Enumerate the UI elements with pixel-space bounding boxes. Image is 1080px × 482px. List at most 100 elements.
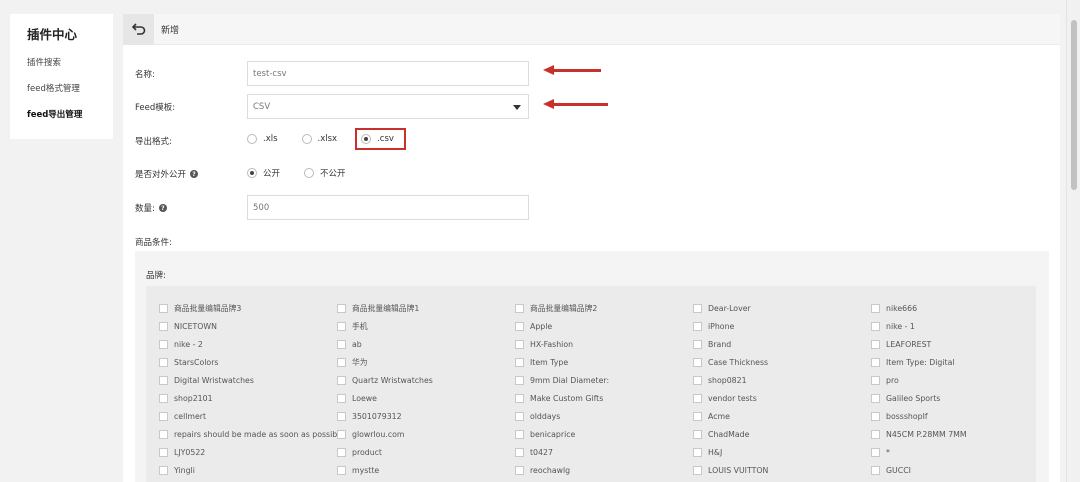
brand-checkbox-item[interactable]: GUCCI (871, 461, 1049, 479)
brand-checkbox-item[interactable]: Digital Wristwatches (159, 371, 337, 389)
checkbox[interactable] (693, 321, 702, 331)
checkbox[interactable] (337, 411, 346, 421)
brand-checkbox-item[interactable]: 华为 (337, 353, 515, 371)
brand-checkbox-item[interactable]: Galileo Sports (871, 389, 1049, 407)
checkbox[interactable] (693, 375, 702, 385)
brand-checkbox-item[interactable]: LEAFOREST (871, 335, 1049, 353)
brand-checkbox-item[interactable]: bossshopIf (871, 407, 1049, 425)
checkbox[interactable] (337, 447, 346, 457)
brand-checkbox-item[interactable]: Item Type: Digital (871, 353, 1049, 371)
checkbox[interactable] (693, 447, 702, 457)
scrollbar-thumb[interactable] (1071, 20, 1077, 190)
template-select[interactable]: CSV (247, 94, 529, 119)
checkbox[interactable] (159, 429, 168, 439)
checkbox[interactable] (337, 321, 346, 331)
brand-checkbox-item[interactable]: 3501079312 (337, 407, 515, 425)
checkbox[interactable] (159, 393, 168, 403)
checkbox[interactable] (159, 303, 168, 313)
brand-checkbox-item[interactable]: ab (337, 335, 515, 353)
checkbox[interactable] (515, 303, 524, 313)
help-icon[interactable]: ? (190, 170, 199, 178)
sidebar-item-plugin-search[interactable]: 插件搜索 (27, 56, 113, 68)
brand-checkbox-item[interactable]: Acme (693, 407, 871, 425)
brand-checkbox-item[interactable]: 商品批量编辑品牌1 (337, 299, 515, 317)
brand-checkbox-item[interactable]: 商品批量编辑品牌3 (159, 299, 337, 317)
checkbox[interactable] (337, 303, 346, 313)
brand-checkbox-item[interactable]: N45CM P.28MM 7MM (871, 425, 1049, 443)
brand-checkbox-item[interactable]: t0427 (515, 443, 693, 461)
brand-checkbox-item[interactable]: reochawlg (515, 461, 693, 479)
brand-checkbox-item[interactable]: Dear-Lover (693, 299, 871, 317)
brand-checkbox-item[interactable]: shop0821 (693, 371, 871, 389)
brand-checkbox-item[interactable]: Quartz Wristwatches (337, 371, 515, 389)
checkbox[interactable] (159, 357, 168, 367)
checkbox[interactable] (515, 429, 524, 439)
checkbox[interactable] (871, 357, 880, 367)
brand-checkbox-item[interactable]: product (337, 443, 515, 461)
brand-checkbox-item[interactable]: repairs should be made as soon as possib… (159, 425, 344, 443)
checkbox[interactable] (871, 339, 880, 349)
brand-checkbox-item[interactable]: Case Thickness (693, 353, 871, 371)
checkbox[interactable] (693, 411, 702, 421)
checkbox[interactable] (871, 465, 880, 475)
radio-xls[interactable]: .xls (247, 134, 278, 144)
brand-checkbox-item[interactable]: Loewe (337, 389, 515, 407)
sidebar-item-feed-format[interactable]: feed格式管理 (27, 82, 113, 94)
brand-checkbox-item[interactable]: H&J (693, 443, 871, 461)
brand-checkbox-item[interactable]: * (871, 443, 1049, 461)
checkbox[interactable] (515, 357, 524, 367)
checkbox[interactable] (337, 375, 346, 385)
checkbox[interactable] (159, 465, 168, 475)
checkbox[interactable] (515, 393, 524, 403)
brand-checkbox-item[interactable]: NICETOWN (159, 317, 337, 335)
brand-checkbox-item[interactable]: vendor tests (693, 389, 871, 407)
brand-checkbox-item[interactable]: Yingli (159, 461, 337, 479)
checkbox[interactable] (515, 375, 524, 385)
brand-checkbox-item[interactable]: 商品批量编辑品牌2 (515, 299, 693, 317)
checkbox[interactable] (337, 357, 346, 367)
brand-checkbox-item[interactable]: nike666 (871, 299, 1049, 317)
checkbox[interactable] (871, 447, 880, 457)
name-input[interactable]: test-csv (247, 61, 529, 86)
brand-checkbox-item[interactable]: shop2101 (159, 389, 337, 407)
radio-not-public[interactable]: 不公开 (304, 167, 346, 179)
radio-xlsx[interactable]: .xlsx (301, 134, 337, 144)
brand-checkbox-item[interactable]: glowrlou.com (337, 425, 515, 443)
checkbox[interactable] (159, 375, 168, 385)
quantity-input[interactable]: 500 (247, 195, 529, 220)
brand-checkbox-item[interactable]: Brand (693, 335, 871, 353)
checkbox[interactable] (159, 447, 168, 457)
brand-checkbox-item[interactable]: 9mm Dial Diameter: (515, 371, 693, 389)
brand-checkbox-item[interactable]: LJY0522 (159, 443, 337, 461)
brand-checkbox-item[interactable]: ChadMade (693, 425, 871, 443)
checkbox[interactable] (337, 429, 346, 439)
checkbox[interactable] (871, 303, 880, 313)
checkbox[interactable] (515, 411, 524, 421)
checkbox[interactable] (693, 339, 702, 349)
brand-checkbox-item[interactable]: olddays (515, 407, 693, 425)
checkbox[interactable] (693, 465, 702, 475)
checkbox[interactable] (337, 339, 346, 349)
checkbox[interactable] (159, 321, 168, 331)
back-button[interactable] (123, 14, 154, 45)
page-scrollbar[interactable] (1066, 0, 1080, 482)
brand-checkbox-item[interactable]: nike - 1 (871, 317, 1049, 335)
sidebar-item-feed-export[interactable]: feed导出管理 (27, 108, 113, 120)
checkbox[interactable] (871, 321, 880, 331)
checkbox[interactable] (871, 429, 880, 439)
brand-checkbox-item[interactable]: StarsColors (159, 353, 337, 371)
brand-checkbox-item[interactable]: benicaprice (515, 425, 693, 443)
checkbox[interactable] (515, 465, 524, 475)
checkbox[interactable] (871, 375, 880, 385)
brand-checkbox-item[interactable]: HX-Fashion (515, 335, 693, 353)
checkbox[interactable] (693, 393, 702, 403)
brand-checkbox-item[interactable]: Item Type (515, 353, 693, 371)
checkbox[interactable] (337, 393, 346, 403)
brand-checkbox-item[interactable]: cellmert (159, 407, 337, 425)
checkbox[interactable] (693, 357, 702, 367)
brand-checkbox-item[interactable]: Make Custom Gifts (515, 389, 693, 407)
help-icon[interactable]: ? (158, 204, 167, 212)
checkbox[interactable] (871, 393, 880, 403)
checkbox[interactable] (515, 339, 524, 349)
checkbox[interactable] (515, 447, 524, 457)
